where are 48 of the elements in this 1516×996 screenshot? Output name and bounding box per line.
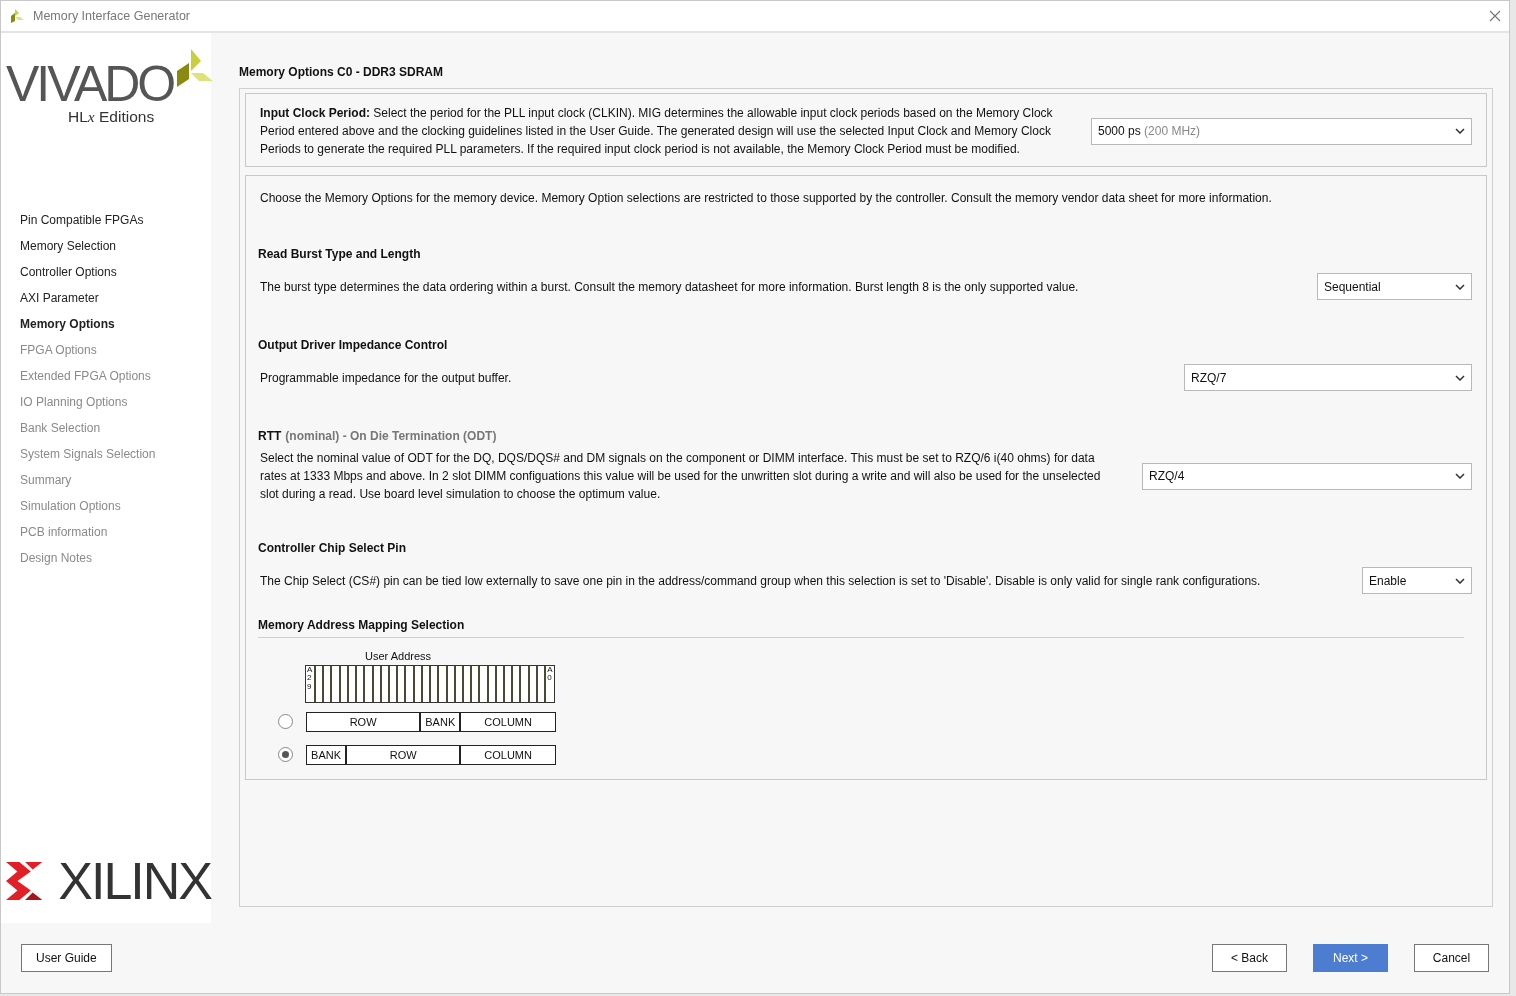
edition-text: HLx Editions (68, 107, 155, 127)
sidebar-item[interactable]: AXI Parameter (1, 285, 211, 311)
option-description: Select the nominal value of ODT for the DQ, DQS/DQS# and DM signals on the component or DIMM interface. This must be set to RZQ/6 i(40 ohms) for data rates at 1333 Mbps and above. In 2 slot DIMM configuations this value will be used for the unwritten slot during a write and will also be used for the unselected slot during a read. Use board level simulation to choose the optimum value. (259, 450, 1102, 503)
vendor-logo-text: XILINX (58, 855, 211, 907)
section-subheading: (nominal) - On Die Termination (ODT) (285, 428, 497, 445)
section-heading: Memory Address Mapping Selection (258, 616, 1464, 638)
back-button[interactable]: < Back (1212, 944, 1287, 972)
clock-description: Input Clock Period: Select the period for the PLL input clock (CLKIN). MIG determines the allowable input clock periods based on the Memory Clock Period entered above and the clocking guidelines listed in the User Guide. The generated design will use the selected Input Clock and Memory Clock Periods to generate the required PLL parameters. If the required input clock period is not available, the Memory Clock Period must be modified. (260, 105, 1054, 158)
option-dropdown[interactable]: Sequential (1317, 273, 1472, 300)
section-heading: Read Burst Type and Length (258, 246, 421, 263)
option-description: Programmable impedance for the output buffer. (259, 369, 512, 387)
diagram-caption: User Address (365, 649, 433, 664)
vendor-logo-icon (6, 861, 43, 901)
option-dropdown[interactable]: Enable (1362, 567, 1472, 594)
window-title: Memory Interface Generator (33, 7, 190, 25)
cancel-button[interactable]: Cancel (1414, 944, 1489, 972)
user-guide-button[interactable]: User Guide (21, 944, 112, 972)
caret-icon (1455, 128, 1465, 134)
section-heading: Controller Chip Select Pin (258, 540, 407, 557)
product-logo-text: VIVADO (6, 59, 174, 109)
address-segment: ROW (306, 711, 421, 732)
radio-button[interactable] (278, 714, 293, 729)
intro-text: Choose the Memory Options for the memory device. Memory Option selections are restricted to those supported by the controller. Consult the memory vendor data sheet for more information. (259, 190, 1273, 207)
radio-button[interactable] (278, 747, 293, 762)
caret-icon (1455, 473, 1465, 479)
address-segment: COLUMN (460, 744, 556, 765)
caret-icon (1455, 283, 1465, 290)
section-heading: RTT (258, 428, 282, 445)
option-dropdown[interactable]: RZQ/7 (1184, 364, 1472, 391)
address-bits-drawing: A29 A0 (305, 664, 555, 703)
next-button[interactable]: Next > (1313, 944, 1388, 972)
sidebar-item[interactable]: Memory Options (1, 311, 211, 337)
address-segment: BANK (420, 711, 461, 732)
caret-icon (1455, 374, 1465, 381)
address-segment: BANK (306, 744, 347, 765)
page-title: Memory Options C0 - DDR3 SDRAM (239, 64, 445, 81)
option-dropdown[interactable]: RZQ/4 (1142, 462, 1472, 490)
sidebar-item[interactable]: Memory Selection (1, 233, 211, 259)
address-segment: COLUMN (460, 711, 556, 732)
option-description: The burst type determines the data ordering within a burst. Consult the memory datasheet for more information. Burst length 8 is the only supported value. (259, 278, 1079, 296)
address-segment: ROW (346, 744, 461, 765)
app-icon (9, 9, 25, 23)
sidebar-item[interactable]: Controller Options (1, 259, 211, 285)
section-heading: Output Driver Impedance Control (258, 337, 448, 354)
clock-dropdown[interactable]: 5000 ps (200 MHz) (1091, 117, 1472, 145)
option-description: The Chip Select (CS#) pin can be tied low externally to save one pin in the address/command group when this selection is set to 'Disable'. Disable is only valid for single rank configurations. (259, 572, 1261, 590)
sidebar-item[interactable]: Pin Compatible FPGAs (1, 207, 211, 233)
caret-icon (1455, 577, 1465, 584)
